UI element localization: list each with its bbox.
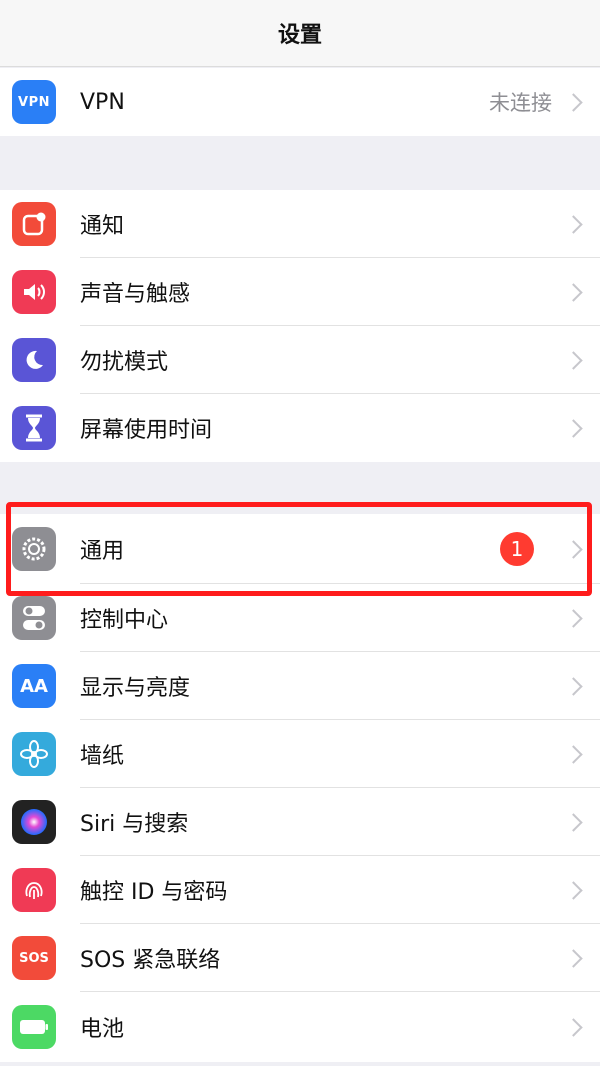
row-label: 控制中心 (80, 608, 169, 633)
chevron-right-icon (564, 948, 583, 968)
row-label: SOS 紧急联络 (80, 948, 221, 973)
sos-icon: SOS (12, 936, 56, 980)
speaker-icon (12, 270, 56, 314)
vpn-icon: VPN (12, 80, 56, 124)
settings-row-control-center[interactable]: 控制中心 (0, 584, 600, 652)
settings-row-battery[interactable]: 电池 (0, 992, 600, 1062)
settings-row-sounds[interactable]: 声音与触感 (0, 258, 600, 326)
gear-icon (12, 527, 56, 571)
settings-row-wallpaper[interactable]: 墙纸 (0, 720, 600, 788)
row-label: 屏幕使用时间 (80, 418, 213, 443)
row-label: 显示与亮度 (80, 676, 191, 701)
chevron-right-icon (564, 608, 583, 628)
notifications-icon (12, 202, 56, 246)
page-title: 设置 (277, 23, 322, 48)
chevron-right-icon (564, 92, 583, 112)
fingerprint-icon (12, 868, 56, 912)
moon-icon (12, 338, 56, 382)
siri-icon (12, 800, 56, 844)
chevron-right-icon (564, 744, 583, 764)
settings-row-emergency-sos[interactable]: SOS SOS 紧急联络 (0, 924, 600, 992)
display-icon: AA (12, 664, 56, 708)
chevron-right-icon (564, 1017, 583, 1037)
settings-row-notifications[interactable]: 通知 (0, 190, 600, 258)
row-label: VPN (80, 89, 125, 115)
chevron-right-icon (564, 676, 583, 696)
vpn-status-value: 未连接 (489, 91, 552, 115)
chevron-right-icon (564, 812, 583, 832)
flower-icon (12, 732, 56, 776)
chevron-right-icon (564, 214, 583, 234)
row-label: Siri 与搜索 (80, 812, 189, 837)
row-label: 声音与触感 (80, 282, 191, 307)
row-label: 触控 ID 与密码 (80, 880, 228, 905)
chevron-right-icon (564, 539, 583, 559)
settings-row-touch-id-passcode[interactable]: 触控 ID 与密码 (0, 856, 600, 924)
toggles-icon (12, 596, 56, 640)
row-label: 通知 (80, 214, 125, 239)
row-label: 墙纸 (80, 744, 125, 769)
settings-row-display-brightness[interactable]: AA 显示与亮度 (0, 652, 600, 720)
chevron-right-icon (564, 350, 583, 370)
settings-row-screen-time[interactable]: 屏幕使用时间 (0, 394, 600, 462)
chevron-right-icon (564, 418, 583, 438)
navigation-bar: 设置 (0, 0, 600, 67)
settings-row-general[interactable]: 通用 1 (0, 514, 600, 584)
notification-badge: 1 (500, 532, 534, 566)
row-label: 电池 (80, 1017, 125, 1042)
row-label: 通用 (80, 539, 125, 564)
settings-row-do-not-disturb[interactable]: 勿扰模式 (0, 326, 600, 394)
chevron-right-icon (564, 282, 583, 302)
settings-row-siri-search[interactable]: Siri 与搜索 (0, 788, 600, 856)
battery-icon (12, 1005, 56, 1049)
chevron-right-icon (564, 880, 583, 900)
row-label: 勿扰模式 (80, 350, 169, 375)
settings-row-vpn[interactable]: VPN VPN 未连接 (0, 68, 600, 136)
hourglass-icon (12, 406, 56, 450)
